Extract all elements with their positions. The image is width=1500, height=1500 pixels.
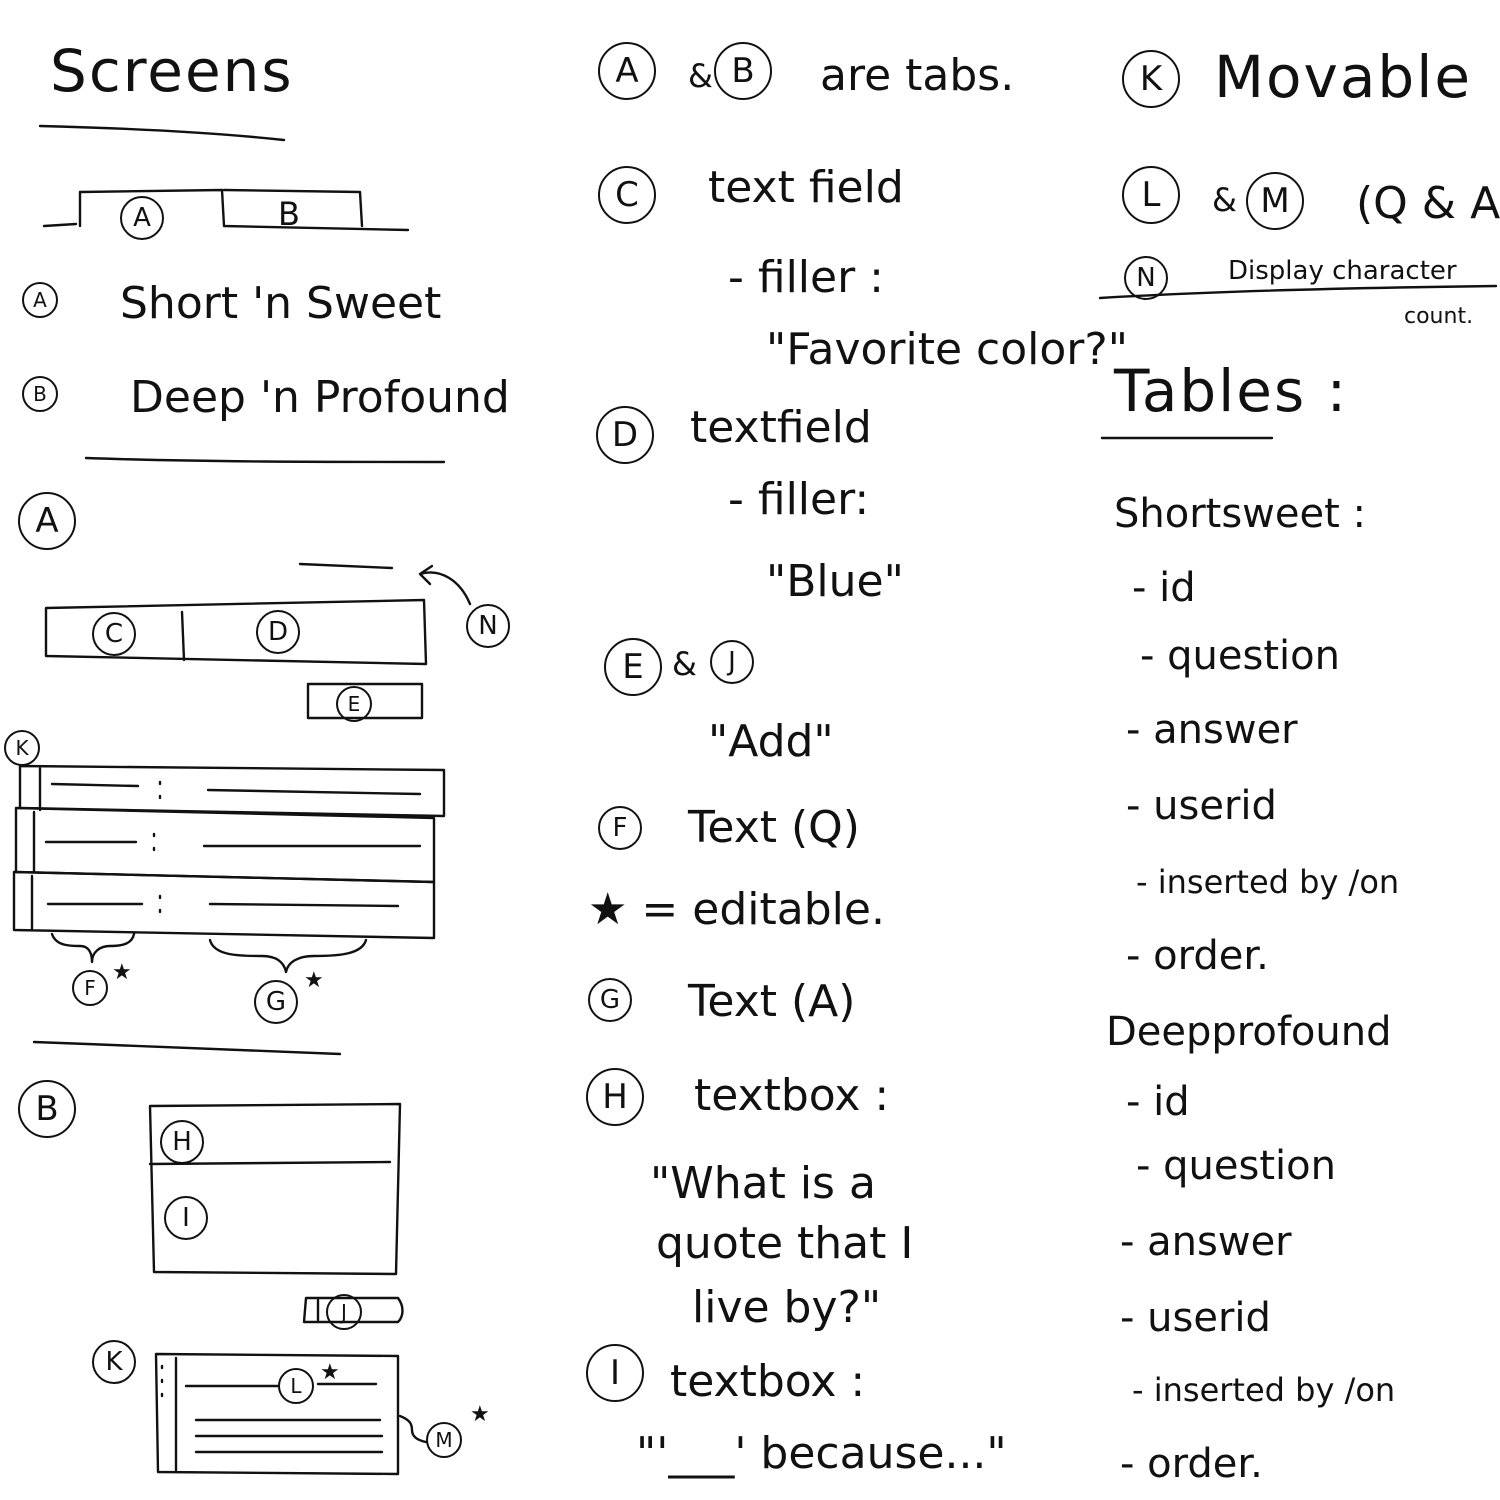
brace-g	[208, 938, 368, 974]
row-2-lines	[44, 832, 422, 852]
marker-e: E	[336, 686, 372, 722]
note-n-text: Display character	[1228, 256, 1457, 286]
table-shortsweet-name: Shortsweet :	[1114, 491, 1366, 537]
note-f-text: Text (Q)	[688, 802, 860, 853]
note-k-marker: K	[1122, 50, 1180, 108]
note-h-value-2: quote that I	[656, 1218, 914, 1269]
note-d-text: textfield	[690, 402, 872, 453]
note-c-text: text field	[708, 162, 904, 213]
row-3-lines	[46, 894, 400, 914]
marker-j: J	[326, 1294, 362, 1330]
heading-underline	[38, 124, 286, 142]
table-shortsweet-field: - inserted by /on	[1136, 863, 1400, 901]
marker-g: G	[254, 980, 298, 1024]
table-shortsweet-field: - order.	[1126, 933, 1269, 979]
note-c-marker: C	[598, 166, 656, 224]
note-i-value: "'___' because..."	[636, 1428, 1007, 1479]
table-deepprofound-field: - inserted by /on	[1132, 1371, 1396, 1409]
marker-f: F	[72, 970, 108, 1006]
note-g-text: Text (A)	[688, 976, 856, 1027]
marker-i: I	[164, 1196, 208, 1240]
star-l: ★	[320, 1360, 340, 1385]
table-shortsweet-field: - id	[1132, 565, 1196, 611]
marker-k-a: K	[4, 730, 40, 766]
note-d-filler-value: "Blue"	[766, 556, 904, 607]
table-deepprofound-name: Deepprofound	[1106, 1009, 1392, 1055]
row-1-lines	[50, 780, 422, 800]
note-tabs-a: A	[598, 42, 656, 100]
note-n-text2: count.	[1404, 304, 1474, 329]
note-tabs-text: are tabs.	[820, 50, 1015, 101]
note-d-marker: D	[596, 406, 654, 464]
table-shortsweet-field: - userid	[1126, 783, 1277, 829]
marker-l: L	[278, 1368, 314, 1404]
table-shortsweet-field: - answer	[1126, 707, 1298, 753]
note-lm-amp: &	[1212, 181, 1237, 219]
note-j-marker: J	[710, 640, 754, 684]
star-f: ★	[112, 960, 132, 985]
note-m-marker: M	[1246, 172, 1304, 230]
note-f-marker: F	[598, 806, 642, 850]
table-deepprofound-field: - order.	[1120, 1441, 1263, 1487]
screen-b-marker: B	[18, 1080, 76, 1138]
marker-n: N	[466, 604, 510, 648]
table-shortsweet-field: - question	[1140, 633, 1340, 679]
note-tabs-amp: &	[688, 57, 713, 95]
note-l-marker: L	[1122, 166, 1180, 224]
marker-m: M	[426, 1422, 462, 1458]
marker-h: H	[160, 1120, 204, 1164]
note-ej-amp: &	[672, 645, 697, 683]
legend-underline	[84, 456, 446, 464]
note-ej-value: "Add"	[708, 716, 834, 767]
brace-m	[398, 1414, 428, 1444]
char-count-line	[298, 562, 394, 570]
note-editable: ★ = editable.	[588, 884, 885, 935]
tables-heading: Tables :	[1114, 357, 1349, 425]
note-g-marker: G	[588, 978, 632, 1022]
tab-strip	[42, 188, 410, 232]
note-c-filler-label: - filler :	[728, 252, 884, 303]
marker-c: C	[92, 612, 136, 656]
legend-b-marker: B	[22, 376, 58, 412]
legend-a-marker: A	[22, 282, 58, 318]
screen-a-marker: A	[18, 492, 76, 550]
legend-b-text: Deep 'n Profound	[130, 372, 510, 423]
note-i-marker: I	[586, 1344, 644, 1402]
table-deepprofound-field: - answer	[1120, 1219, 1292, 1265]
note-n-marker: N	[1124, 256, 1168, 300]
screen-divider	[32, 1040, 342, 1056]
note-i-text: textbox :	[670, 1356, 866, 1407]
note-k-text: Movable	[1214, 43, 1473, 111]
note-e-marker: E	[604, 638, 662, 696]
table-deepprofound-field: - userid	[1120, 1295, 1271, 1341]
note-h-marker: H	[586, 1068, 644, 1126]
note-h-value-1: "What is a	[650, 1158, 876, 1209]
brace-f	[50, 932, 136, 964]
note-tabs-b: B	[714, 42, 772, 100]
note-h-text: textbox :	[694, 1070, 890, 1121]
table-deepprofound-field: - question	[1136, 1143, 1336, 1189]
qa-card-lines	[160, 1364, 384, 1454]
note-d-filler-label: - filler:	[728, 474, 870, 525]
marker-k-b: K	[92, 1340, 136, 1384]
tab-b-marker[interactable]: B	[278, 198, 300, 230]
note-lm-text: (Q & A)	[1356, 178, 1500, 229]
legend-a-text: Short 'n Sweet	[120, 278, 442, 329]
star-g: ★	[304, 968, 324, 993]
table-deepprofound-field: - id	[1126, 1079, 1190, 1125]
qa-card	[154, 1352, 400, 1476]
n-arrow	[418, 564, 472, 606]
marker-d: D	[256, 610, 300, 654]
tab-a-marker[interactable]: A	[120, 196, 164, 240]
star-m: ★	[470, 1402, 490, 1427]
note-h-value-3: live by?"	[692, 1282, 882, 1333]
screens-heading: Screens	[50, 37, 294, 105]
note-c-filler-value: "Favorite color?"	[766, 324, 1128, 375]
